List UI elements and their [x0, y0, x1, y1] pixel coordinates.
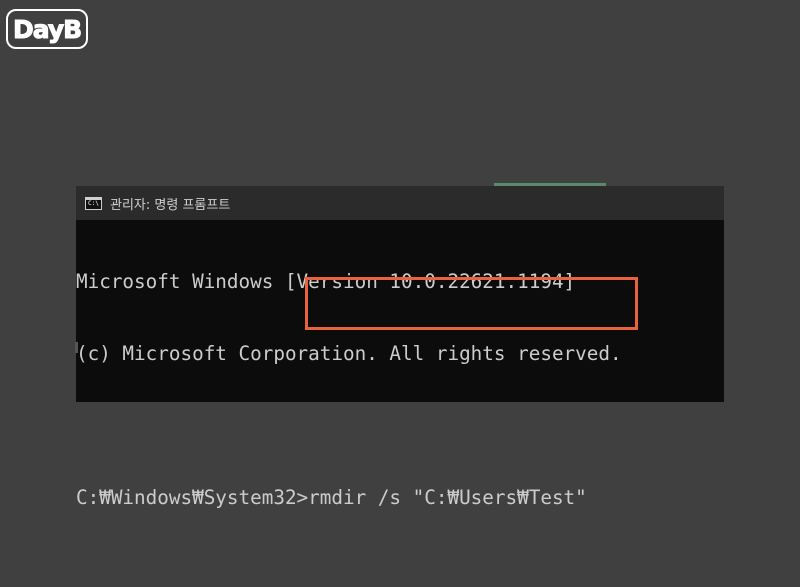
- window-title: 관리자: 명령 프롬프트: [110, 197, 231, 213]
- console-line-command: C:₩Windows₩System32>rmdir /s "C:₩Users₩T…: [76, 486, 587, 509]
- console-line-copyright: (c) Microsoft Corporation. All rights re…: [76, 342, 622, 365]
- cursor-mark: [75, 342, 78, 353]
- titlebar[interactable]: C:\ 관리자: 명령 프롬프트: [76, 186, 724, 220]
- console-output[interactable]: Microsoft Windows [Version 10.0.22621.11…: [75, 220, 724, 582]
- cmd-window-icon: C:\: [85, 196, 102, 210]
- command-highlight-box: [305, 277, 638, 330]
- cmd-icon-glyph: C:\: [88, 199, 99, 207]
- logo-text: DayB: [12, 14, 82, 44]
- dayb-logo: DayB: [6, 9, 89, 49]
